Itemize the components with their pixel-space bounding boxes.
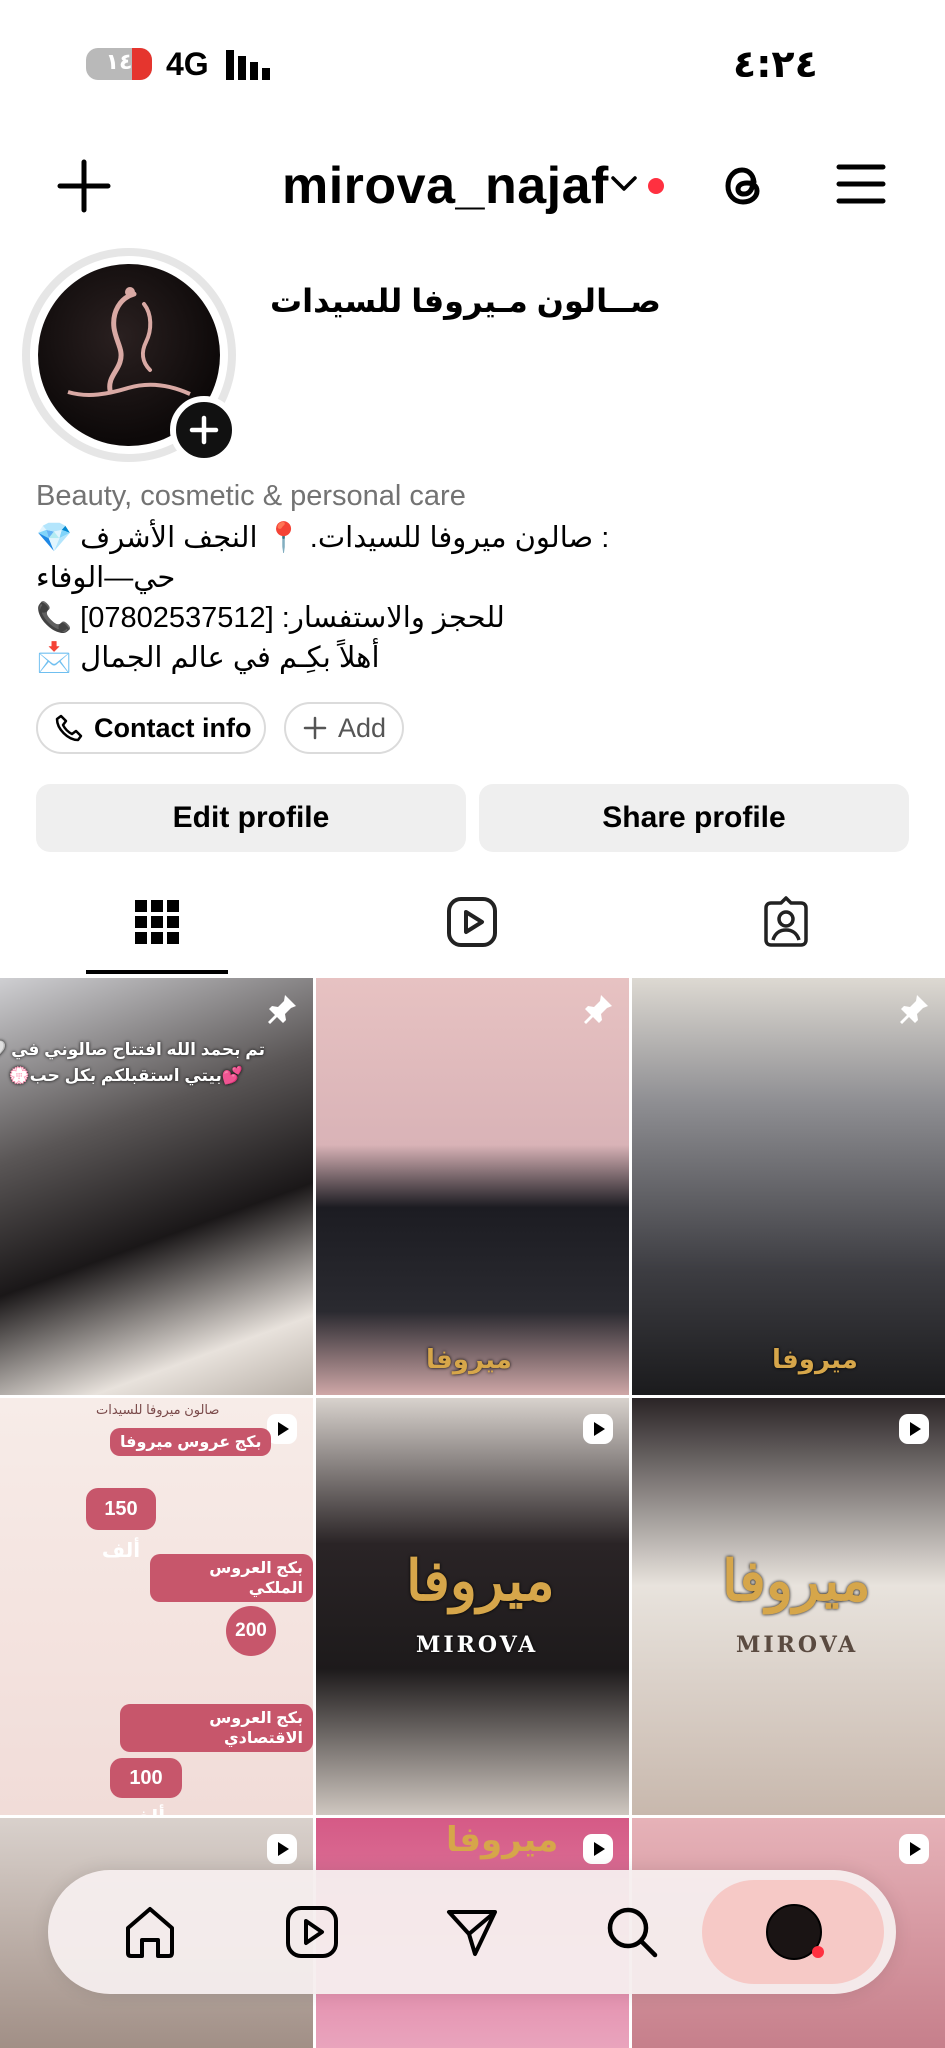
share-profile-button[interactable]: Share profile <box>479 784 909 852</box>
bio-line[interactable]: 📞 للحجز والاستفسار: [07802537512] <box>36 598 609 638</box>
package-price: 100 ألف <box>110 1758 182 1815</box>
pin-icon <box>268 995 296 1024</box>
post-caption: تم بحمد الله افتتاح صالوني في 🤍 <box>0 1040 265 1059</box>
notification-dot <box>648 178 664 194</box>
package-title: بكج العروس الملكي <box>150 1554 313 1602</box>
plus-icon <box>189 415 219 445</box>
bio-line: 📩 أهلاً بكِـم في عالم الجمال <box>36 642 380 674</box>
search-icon[interactable] <box>604 1904 660 1960</box>
edit-profile-button[interactable]: Edit profile <box>36 784 466 852</box>
chevron-down-icon[interactable] <box>610 174 638 194</box>
active-tab-indicator <box>86 970 228 974</box>
package-price: 150 ألف <box>86 1488 156 1562</box>
add-label: Add <box>338 712 387 743</box>
contact-info-label: Contact info <box>94 712 252 743</box>
reel-icon <box>899 1834 929 1864</box>
reel-icon <box>899 1414 929 1444</box>
contact-info-button[interactable]: Contact info <box>36 702 266 754</box>
notification-dot <box>812 1946 824 1958</box>
signal-icon <box>226 50 270 80</box>
messages-icon[interactable] <box>444 1904 500 1960</box>
display-name: صــالون مـيروفا للسيدات <box>270 283 661 319</box>
post-thumbnail[interactable]: ميروفا <box>632 978 945 1395</box>
battery-indicator: ١٤ <box>86 48 152 80</box>
plus-icon <box>303 716 327 740</box>
pin-icon <box>584 995 612 1024</box>
post-watermark: ميروفا <box>426 1344 512 1374</box>
post-header: صالون ميروفا للسيدات <box>96 1402 220 1417</box>
reels-icon[interactable] <box>446 896 498 948</box>
add-story-button[interactable] <box>170 396 238 464</box>
reel-icon <box>583 1414 613 1444</box>
post-logo: ميروفا <box>406 1548 555 1614</box>
category-label: Beauty, cosmetic & personal care <box>36 480 466 512</box>
menu-icon[interactable] <box>836 162 886 206</box>
status-time: ٤:٢٤ <box>733 42 818 86</box>
add-button[interactable]: Add <box>284 702 404 754</box>
post-thumbnail[interactable]: ميروفا MIROVA <box>632 1398 945 1815</box>
home-icon[interactable] <box>122 1904 178 1960</box>
post-thumbnail[interactable]: صالون ميروفا للسيدات بكج عروس ميروفا 150… <box>0 1398 313 1815</box>
post-thumbnail[interactable]: ميروفا MIROVA <box>316 1398 629 1815</box>
bio-line: 💎 صالون ميروفا للسيدات. 📍 النجف الأشرف : <box>36 522 610 554</box>
pin-icon <box>900 995 928 1024</box>
post-brand: MIROVA <box>416 1632 539 1658</box>
reel-icon <box>583 1834 613 1864</box>
reel-icon <box>267 1834 297 1864</box>
post-brand: MIROVA <box>736 1632 859 1658</box>
package-price: 200 <box>226 1606 276 1656</box>
plus-icon[interactable] <box>56 158 112 214</box>
bio: 💎 صالون ميروفا للسيدات. 📍 النجف الأشرف :… <box>36 518 609 678</box>
bio-line: حي—الوفاء <box>36 562 176 594</box>
package-title: بكج العروس الاقتصادي <box>120 1704 313 1752</box>
profile-username[interactable]: mirova_najaf <box>282 156 609 216</box>
reels-icon[interactable] <box>284 1904 340 1960</box>
post-watermark: ميروفا <box>772 1344 858 1374</box>
post-logo: ميروفا <box>446 1821 559 1859</box>
post-thumbnail[interactable]: تم بحمد الله افتتاح صالوني في 🤍 💕بيتي اس… <box>0 978 313 1395</box>
post-caption: 💕بيتي استقبلكم بكل حب💮 <box>8 1066 243 1085</box>
tagged-icon[interactable] <box>760 896 812 948</box>
package-title: بكج عروس ميروفا <box>110 1428 272 1456</box>
network-type: 4G <box>166 46 209 82</box>
threads-icon[interactable] <box>716 158 770 212</box>
phone-icon <box>55 714 83 742</box>
post-logo: ميروفا <box>722 1548 871 1614</box>
post-thumbnail[interactable]: ميروفا <box>316 978 629 1395</box>
grid-icon[interactable] <box>131 896 183 948</box>
